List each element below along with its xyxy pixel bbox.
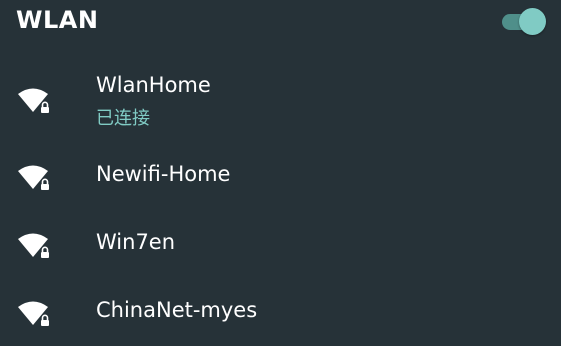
network-name: Win7en bbox=[96, 230, 176, 254]
page-title: WLAN bbox=[16, 6, 99, 34]
wlan-settings-screen: WLAN WlanHome 已连接 Newifi-Home Win7en Chi… bbox=[0, 0, 561, 346]
network-item-chinanet-myes[interactable]: ChinaNet-myes bbox=[0, 276, 561, 344]
header: WLAN bbox=[0, 0, 561, 44]
network-item-win7en[interactable]: Win7en bbox=[0, 208, 561, 276]
wifi-lock-icon bbox=[18, 301, 49, 326]
network-status: 已连接 bbox=[96, 108, 150, 129]
network-list: WlanHome 已连接 Newifi-Home Win7en ChinaNet… bbox=[0, 60, 561, 344]
network-item-newifi-home[interactable]: Newifi-Home bbox=[0, 140, 561, 208]
wifi-lock-icon bbox=[18, 233, 49, 258]
toggle-thumb bbox=[519, 8, 546, 35]
network-name: WlanHome bbox=[96, 73, 211, 97]
wlan-toggle[interactable] bbox=[502, 8, 546, 36]
wifi-lock-icon bbox=[18, 88, 49, 113]
network-name: ChinaNet-myes bbox=[96, 298, 258, 322]
network-item-wlanhome[interactable]: WlanHome 已连接 bbox=[0, 60, 561, 140]
wifi-lock-icon bbox=[18, 165, 49, 190]
network-name: Newifi-Home bbox=[96, 162, 231, 186]
